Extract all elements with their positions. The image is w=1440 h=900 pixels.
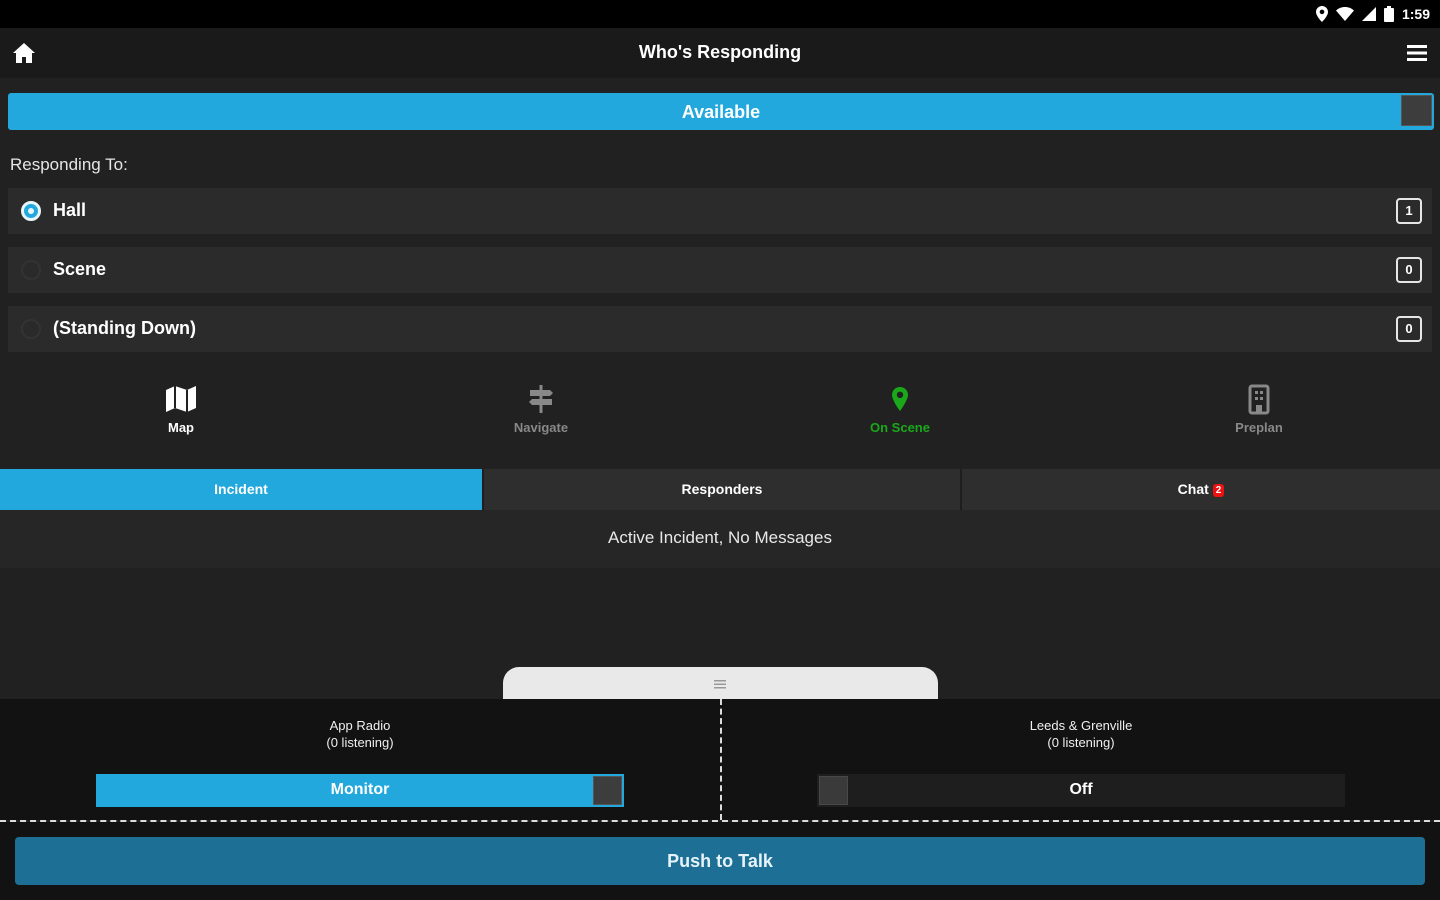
option-label: (Standing Down) — [53, 318, 196, 338]
signal-icon — [1361, 7, 1376, 21]
radio-panel: App Radio (0 listening) Monitor Leeds & … — [0, 699, 1440, 820]
toggle-knob[interactable] — [1401, 95, 1432, 126]
status-bar: 1:59 — [0, 0, 1440, 28]
radio-button[interactable] — [21, 319, 41, 339]
action-bar: Map Navigate On Scene Preplan — [0, 382, 1440, 452]
tab-incident[interactable]: Incident — [0, 469, 482, 510]
wifi-icon — [1335, 7, 1354, 21]
battery-icon — [1383, 6, 1394, 22]
toggle-knob[interactable] — [819, 776, 848, 805]
preplan-button[interactable]: Preplan — [1159, 382, 1359, 435]
responding-to-label: Responding To: — [10, 155, 128, 174]
map-icon — [164, 382, 198, 416]
map-pin-icon — [883, 382, 917, 416]
responder-count-badge: 1 — [1396, 198, 1422, 224]
toggle-label: Off — [1069, 781, 1093, 798]
channel-app-radio: App Radio (0 listening) — [0, 717, 720, 751]
option-label: Hall — [53, 200, 87, 220]
app-bar: Who's Responding — [0, 28, 1440, 78]
responder-count-badge: 0 — [1396, 257, 1422, 283]
channel-name: Leeds & Grenville — [1029, 718, 1133, 733]
push-to-talk-button[interactable]: Push to Talk — [15, 837, 1425, 885]
channel-off-toggle[interactable]: Off — [817, 774, 1345, 807]
on-scene-button[interactable]: On Scene — [800, 382, 1000, 435]
channel-name: App Radio — [329, 718, 391, 733]
menu-icon[interactable] — [1406, 43, 1428, 63]
option-label: Scene — [53, 259, 107, 279]
preplan-label: Preplan — [1235, 420, 1283, 435]
availability-label: Available — [681, 102, 761, 122]
drawer-handle[interactable] — [503, 667, 938, 699]
channel-listeners: (0 listening) — [1047, 735, 1115, 750]
signpost-icon — [524, 382, 558, 416]
grip-icon — [714, 676, 726, 689]
response-option-scene[interactable]: Scene 0 — [8, 247, 1432, 293]
incident-message: Active Incident, No Messages — [608, 528, 832, 547]
navigate-button[interactable]: Navigate — [441, 382, 641, 435]
status-time: 1:59 — [1401, 6, 1430, 22]
tab-responders[interactable]: Responders — [482, 469, 960, 510]
responder-count-badge: 0 — [1396, 316, 1422, 342]
map-label: Map — [168, 420, 194, 435]
tab-chat[interactable]: Chat 2 — [960, 469, 1440, 510]
building-icon — [1242, 382, 1276, 416]
panel-divider — [0, 820, 1440, 822]
tab-chat-label: Chat — [1177, 481, 1209, 497]
location-icon — [1315, 6, 1328, 22]
page-title: Who's Responding — [638, 42, 802, 62]
availability-toggle[interactable]: Available — [8, 93, 1434, 130]
channel-leeds-grenville: Leeds & Grenville (0 listening) — [721, 717, 1440, 751]
response-option-hall[interactable]: Hall 1 — [8, 188, 1432, 234]
radio-button[interactable] — [21, 260, 41, 280]
map-button[interactable]: Map — [81, 382, 281, 435]
response-option-standing-down[interactable]: (Standing Down) 0 — [8, 306, 1432, 352]
monitor-toggle[interactable]: Monitor — [96, 774, 624, 807]
toggle-label: Monitor — [330, 781, 390, 798]
channel-listeners: (0 listening) — [326, 735, 394, 750]
unread-badge: 2 — [1212, 483, 1225, 497]
radio-button-selected[interactable] — [21, 201, 41, 221]
incident-panel: Active Incident, No Messages — [0, 510, 1440, 568]
navigate-label: Navigate — [513, 420, 569, 435]
on-scene-label: On Scene — [870, 420, 930, 435]
tab-bar: Incident Responders Chat 2 — [0, 469, 1440, 510]
toggle-knob[interactable] — [593, 776, 622, 805]
